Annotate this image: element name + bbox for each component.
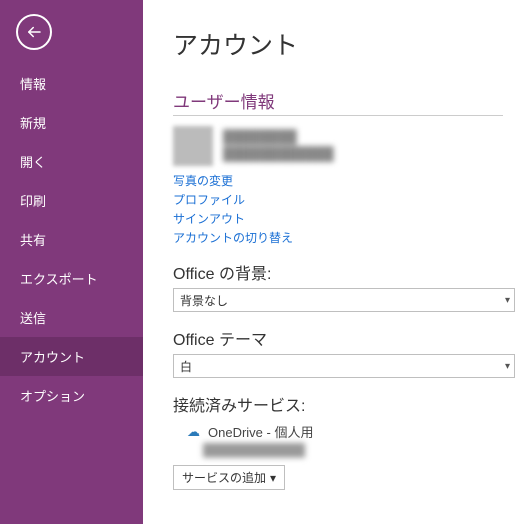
nav-item-send[interactable]: 送信 [0, 298, 143, 337]
user-block: ████████ ████████████ [173, 126, 529, 166]
main-panel: アカウント ユーザー情報 ████████ ████████████ 写真の変更… [143, 0, 529, 524]
back-button[interactable] [16, 14, 52, 50]
add-service-button[interactable]: サービスの追加 ▾ [173, 465, 285, 490]
office-theme-heading: Office テーマ [173, 326, 529, 350]
office-background-select[interactable]: 背景なし ▾ [173, 288, 515, 312]
user-info-heading: ユーザー情報 [173, 88, 503, 116]
nav-item-print[interactable]: 印刷 [0, 181, 143, 220]
avatar [173, 126, 213, 166]
chevron-down-icon: ▾ [270, 471, 276, 485]
office-background-heading: Office の背景: [173, 260, 529, 284]
office-background-value: 背景なし [180, 292, 228, 309]
nav-item-new[interactable]: 新規 [0, 103, 143, 142]
page-title: アカウント [173, 26, 529, 62]
link-sign-out[interactable]: サインアウト [173, 210, 529, 227]
chevron-down-icon: ▾ [505, 295, 510, 306]
nav-item-info[interactable]: 情報 [0, 64, 143, 103]
app-root: 情報 新規 開く 印刷 共有 エクスポート 送信 アカウント オプション アカウ… [0, 0, 529, 524]
office-theme-select[interactable]: 白 ▾ [173, 354, 515, 378]
sidebar: 情報 新規 開く 印刷 共有 エクスポート 送信 アカウント オプション [0, 0, 143, 524]
service-account: ████████████ [203, 443, 529, 457]
nav-item-account[interactable]: アカウント [0, 337, 143, 376]
nav-list: 情報 新規 開く 印刷 共有 エクスポート 送信 アカウント オプション [0, 64, 143, 415]
office-theme-value: 白 [180, 358, 192, 375]
add-service-label: サービスの追加 [182, 469, 266, 486]
service-row: ☁ OneDrive - 個人用 [187, 422, 529, 441]
nav-item-open[interactable]: 開く [0, 142, 143, 181]
link-profile[interactable]: プロファイル [173, 191, 529, 208]
link-change-photo[interactable]: 写真の変更 [173, 172, 529, 189]
nav-item-export[interactable]: エクスポート [0, 259, 143, 298]
nav-item-options[interactable]: オプション [0, 376, 143, 415]
user-email: ████████████ [223, 146, 334, 163]
back-arrow-icon [25, 23, 43, 41]
service-name: OneDrive - 個人用 [208, 422, 313, 441]
chevron-down-icon: ▾ [505, 361, 510, 372]
user-name-text: ████████ ████████████ [223, 129, 334, 163]
nav-item-share[interactable]: 共有 [0, 220, 143, 259]
cloud-icon: ☁ [187, 424, 200, 440]
connected-services-heading: 接続済みサービス: [173, 392, 529, 416]
user-display-name: ████████ [223, 129, 334, 146]
link-switch-account[interactable]: アカウントの切り替え [173, 229, 529, 246]
